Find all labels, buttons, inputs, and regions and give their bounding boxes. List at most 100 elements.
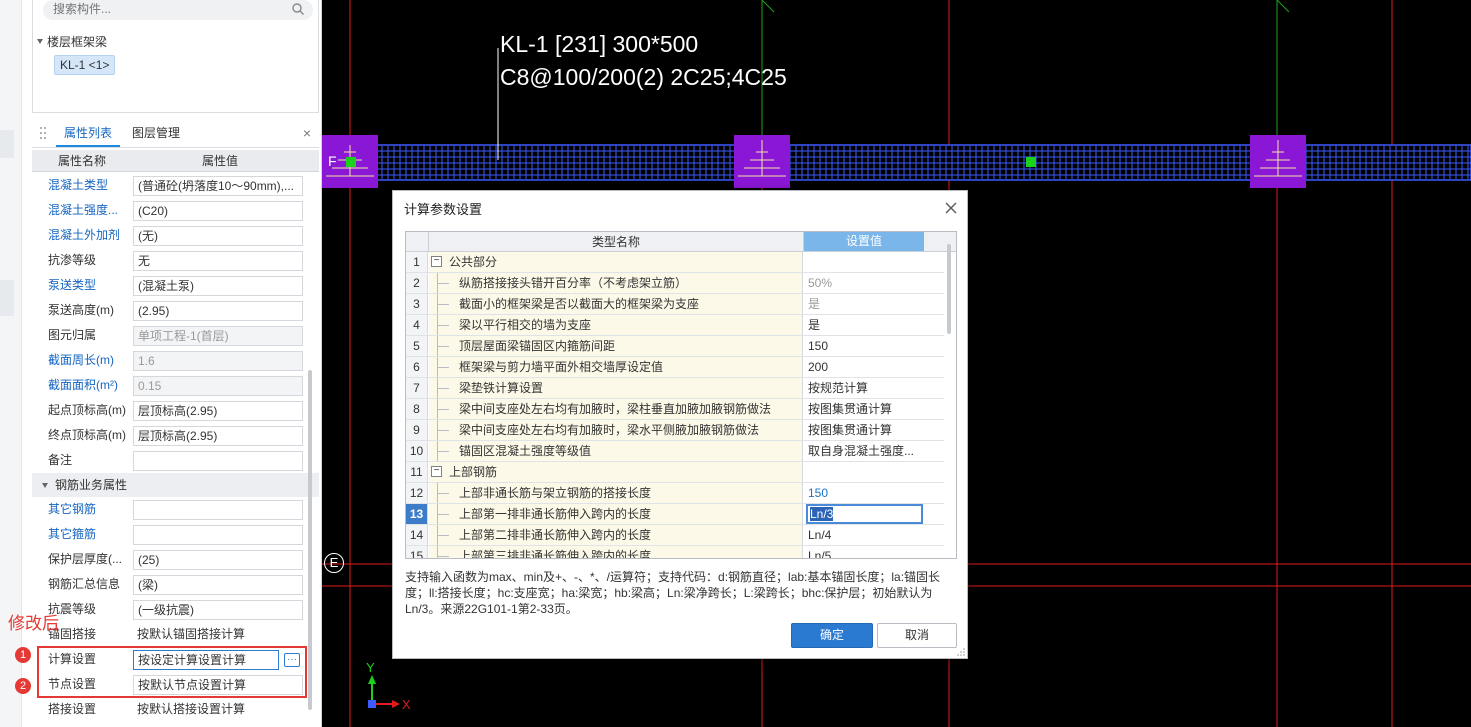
property-row[interactable]: 备注 xyxy=(32,448,319,473)
grid-row[interactable]: 9 梁中间支座处左右均有加腋时，梁水平侧腋加腋钢筋做法 按图集贯通计算 xyxy=(406,420,944,441)
property-row[interactable]: 混凝土类型 (普通砼(坍落度10～90mm),... xyxy=(32,173,319,198)
collapse-icon[interactable]: − xyxy=(431,256,442,267)
selected-value-text[interactable]: Ln/3 xyxy=(810,507,834,521)
tab-property-list[interactable]: 属性列表 xyxy=(56,120,121,147)
search-input[interactable] xyxy=(53,0,278,18)
property-name[interactable]: 混凝土外加剂 xyxy=(48,223,120,248)
resize-grip-icon[interactable] xyxy=(957,648,965,656)
property-value-field[interactable]: (无) xyxy=(133,226,303,246)
property-value-field[interactable]: 按默认锚固搭接计算 xyxy=(133,625,303,645)
property-scrollbar[interactable] xyxy=(308,370,312,710)
grid-row[interactable]: 7 梁垫铁计算设置 按规范计算 xyxy=(406,378,944,399)
grid-row[interactable]: 2 纵筋搭接接头错开百分率（不考虑架立筋） 50% xyxy=(406,273,944,294)
property-value-field[interactable] xyxy=(133,500,303,520)
property-value-field[interactable]: (2.95) xyxy=(133,301,303,321)
property-value-field[interactable]: (25) xyxy=(133,550,303,570)
property-value-field[interactable]: 按默认节点设置计算 xyxy=(133,675,303,695)
close-icon[interactable] xyxy=(943,200,959,216)
property-row[interactable]: 混凝土外加剂 (无) xyxy=(32,223,319,248)
property-value-field[interactable]: (混凝土泵) xyxy=(133,276,303,296)
property-name[interactable]: 混凝土强度... xyxy=(48,198,118,223)
row-value[interactable]: 按图集贯通计算 xyxy=(804,399,924,419)
grid-row[interactable]: 6 框架梁与剪力墙平面外相交墙厚设定值 200 xyxy=(406,357,944,378)
property-row[interactable]: 截面周长(m) 1.6 xyxy=(32,348,319,373)
property-name[interactable]: 其它钢筋 xyxy=(48,497,96,522)
collapse-icon[interactable]: − xyxy=(431,466,442,477)
property-name[interactable]: 混凝土类型 xyxy=(48,173,108,198)
row-value[interactable]: 是 xyxy=(804,294,924,314)
row-value[interactable]: 150 xyxy=(804,483,924,503)
property-value-field[interactable]: (一级抗震) xyxy=(133,600,303,620)
row-value[interactable]: Ln/5 xyxy=(804,546,924,558)
property-value-field[interactable]: 按设定计算设置计算 xyxy=(133,650,279,670)
tab-layer-management[interactable]: 图层管理 xyxy=(124,120,188,147)
property-value-field[interactable]: (普通砼(坍落度10～90mm),... xyxy=(133,176,303,196)
row-value[interactable]: 取自身混凝土强度... xyxy=(804,441,924,461)
property-value-field[interactable]: 按默认搭接设置计算 xyxy=(133,700,303,720)
property-value-field[interactable] xyxy=(133,451,303,471)
grid-row[interactable]: 10 锚固区混凝土强度等级值 取自身混凝土强度... xyxy=(406,441,944,462)
property-row[interactable]: 截面面积(m²) 0.15 xyxy=(32,373,319,398)
property-value-field[interactable]: 无 xyxy=(133,251,303,271)
grid-scrollbar[interactable] xyxy=(947,244,951,334)
row-value[interactable]: Ln/4 xyxy=(804,525,924,545)
rebar-property-row[interactable]: 保护层厚度(... (25) xyxy=(32,547,319,572)
close-icon[interactable]: × xyxy=(303,126,311,140)
grid-row[interactable]: 4 梁以平行相交的墙为支座 是 xyxy=(406,315,944,336)
row-value[interactable]: 按图集贯通计算 xyxy=(804,420,924,440)
row-type-name: 梁中间支座处左右均有加腋时，梁柱垂直加腋加腋钢筋做法 xyxy=(429,399,803,419)
property-value-field[interactable]: (C20) xyxy=(133,201,303,221)
property-row[interactable]: 图元归属 单项工程-1(首层) xyxy=(32,323,319,348)
cancel-button[interactable]: 取消 xyxy=(877,623,957,648)
tree-group-frame-beam[interactable]: 楼层框架梁 xyxy=(37,32,107,50)
grid-row[interactable]: 5 顶层屋面梁锚固区内箍筋间距 150 xyxy=(406,336,944,357)
property-row[interactable]: 混凝土强度... (C20) xyxy=(32,198,319,223)
rebar-property-row[interactable]: 抗震等级 (一级抗震) xyxy=(32,597,319,622)
rebar-property-row[interactable]: 计算设置 按设定计算设置计算 ··· xyxy=(32,647,319,672)
more-options-button[interactable]: ··· xyxy=(284,653,300,667)
row-value-editor[interactable]: Ln/3 xyxy=(806,504,923,524)
section-rebar-properties[interactable]: 钢筋业务属性 xyxy=(32,473,319,497)
property-value-field[interactable]: 层顶标高(2.95) xyxy=(133,426,303,446)
property-value-field[interactable] xyxy=(133,525,303,545)
property-value-field[interactable]: 层顶标高(2.95) xyxy=(133,401,303,421)
grid-row[interactable]: 12 上部非通长筋与架立钢筋的搭接长度 150 xyxy=(406,483,944,504)
property-name[interactable]: 截面周长(m) xyxy=(48,348,114,373)
property-value-field[interactable]: (梁) xyxy=(133,575,303,595)
drag-handle-icon[interactable] xyxy=(38,126,48,140)
grid-row[interactable]: 15 上部第三排非通长筋伸入跨内的长度 Ln/5 xyxy=(406,546,944,558)
property-name[interactable]: 截面面积(m²) xyxy=(48,373,118,398)
row-value[interactable]: 150 xyxy=(804,336,924,356)
property-row[interactable]: 泵送类型 (混凝土泵) xyxy=(32,273,319,298)
search-box[interactable] xyxy=(43,0,313,20)
row-value[interactable] xyxy=(804,462,924,482)
grid-row[interactable]: 3 截面小的框架梁是否以截面大的框架梁为支座 是 xyxy=(406,294,944,315)
property-row[interactable]: 终点顶标高(m) 层顶标高(2.95) xyxy=(32,423,319,448)
search-icon[interactable] xyxy=(291,2,305,16)
rebar-property-row[interactable]: 锚固搭接 按默认锚固搭接计算 xyxy=(32,622,319,647)
grid-category-row[interactable]: 1− 公共部分 xyxy=(406,252,944,273)
grid-row[interactable]: 13 上部第一排非通长筋伸入跨内的长度 Ln/3 xyxy=(406,504,944,525)
property-row[interactable]: 起点顶标高(m) 层顶标高(2.95) xyxy=(32,398,319,423)
grid-category-row[interactable]: 11− 上部钢筋 xyxy=(406,462,944,483)
rebar-property-row[interactable]: 搭接设置 按默认搭接设置计算 xyxy=(32,697,319,722)
tree-item-kl1[interactable]: KL-1 <1> xyxy=(54,55,116,75)
row-value[interactable]: 按规范计算 xyxy=(804,378,924,398)
rebar-property-row[interactable]: 其它钢筋 xyxy=(32,497,319,522)
property-name: 备注 xyxy=(48,453,73,467)
rebar-property-row[interactable]: 钢筋汇总信息 (梁) xyxy=(32,572,319,597)
property-name[interactable]: 泵送类型 xyxy=(48,273,96,298)
property-row[interactable]: 抗渗等级 无 xyxy=(32,248,319,273)
property-row[interactable]: 泵送高度(m) (2.95) xyxy=(32,298,319,323)
row-value[interactable]: 200 xyxy=(804,357,924,377)
grid-row[interactable]: 14 上部第二排非通长筋伸入跨内的长度 Ln/4 xyxy=(406,525,944,546)
row-value[interactable]: 是 xyxy=(804,315,924,335)
rebar-property-row[interactable]: 节点设置 按默认节点设置计算 xyxy=(32,672,319,697)
grid-row[interactable]: 8 梁中间支座处左右均有加腋时，梁柱垂直加腋加腋钢筋做法 按图集贯通计算 xyxy=(406,399,944,420)
dialog-title: 计算参数设置 xyxy=(404,202,483,217)
row-value[interactable] xyxy=(804,252,924,272)
ok-button[interactable]: 确定 xyxy=(791,623,873,648)
rebar-property-row[interactable]: 其它箍筋 xyxy=(32,522,319,547)
row-value[interactable]: 50% xyxy=(804,273,924,293)
property-name[interactable]: 其它箍筋 xyxy=(48,522,96,547)
